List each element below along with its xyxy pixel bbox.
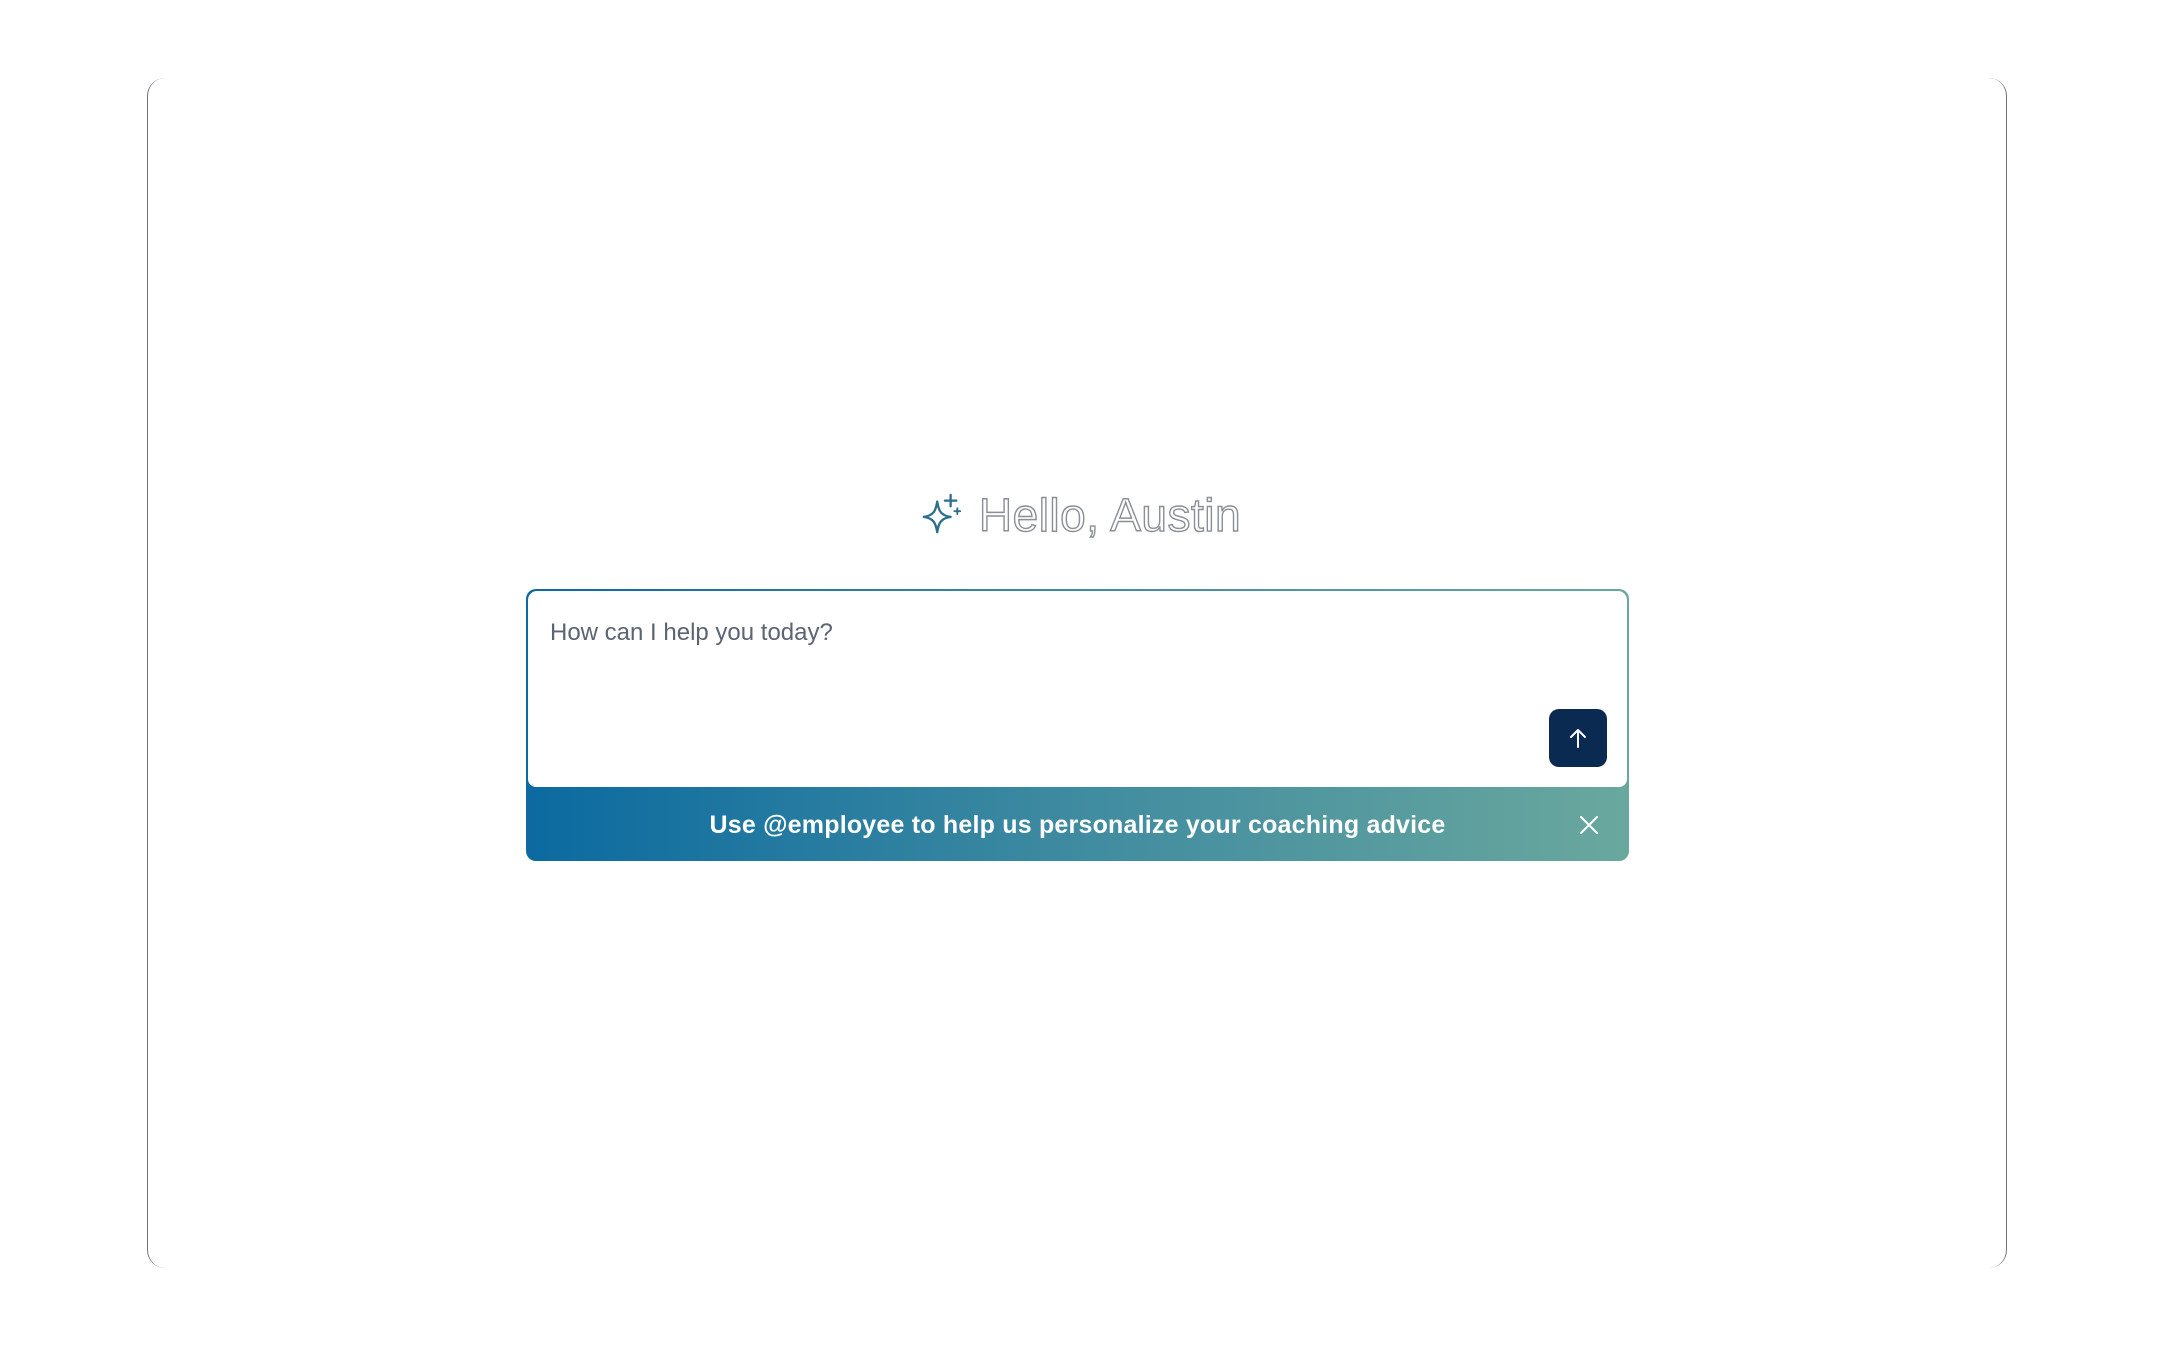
chat-composer: Use @employee to help us personalize you… [526,589,1629,861]
prompt-input[interactable] [550,619,1450,647]
greeting-header: Hello, Austin [0,488,2160,542]
arrow-up-icon [1570,729,1586,748]
banner-text: Use @employee to help us personalize you… [709,810,1446,839]
coaching-banner: Use @employee to help us personalize you… [526,789,1629,861]
prompt-area[interactable] [528,591,1627,787]
banner-close-button[interactable] [1575,811,1603,839]
send-button[interactable] [1549,709,1607,767]
greeting-title: Hello, Austin [978,488,1242,541]
close-icon [1580,816,1598,834]
sparkle-icon [922,493,962,534]
